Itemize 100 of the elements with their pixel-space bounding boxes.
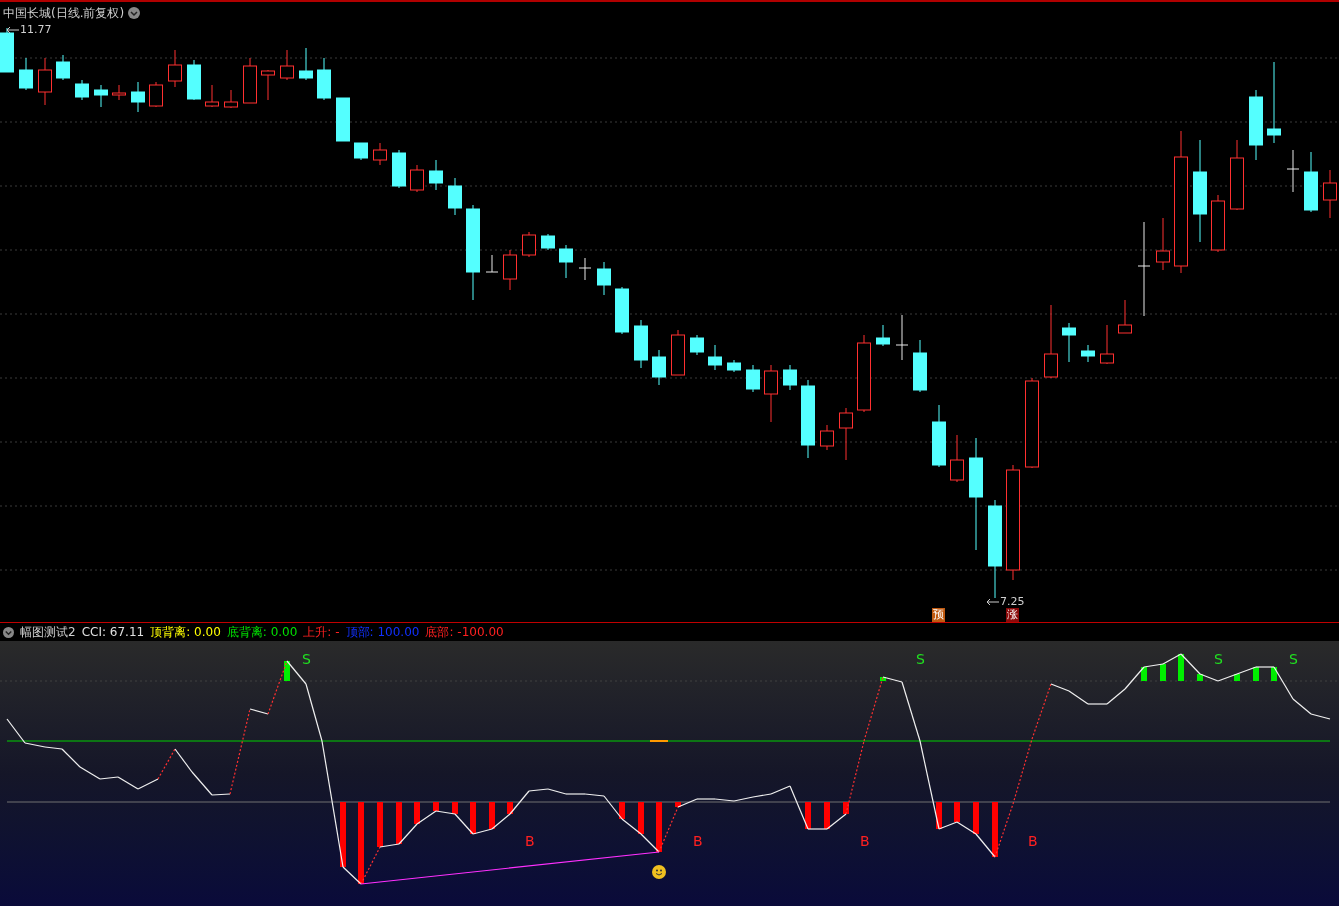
candlestick (652, 349, 666, 386)
candlestick (1156, 217, 1170, 271)
candlestick (615, 286, 629, 335)
histogram-bar (1253, 667, 1259, 681)
histogram-bar (452, 802, 458, 814)
candlestick (820, 424, 834, 451)
candlestick (429, 159, 443, 191)
signal-label: S (302, 651, 311, 667)
candlestick (1304, 151, 1318, 213)
histogram-bar (414, 802, 420, 824)
candlestick (317, 57, 331, 101)
signal-label: B (525, 833, 535, 849)
candlestick (932, 404, 946, 468)
candlestick (1081, 344, 1095, 363)
histogram-bar (992, 802, 998, 857)
histogram-bar (470, 802, 476, 834)
candlestick (149, 81, 163, 108)
low-price-label: 7.25 (1000, 594, 1025, 609)
indicator-reading: 上升: - (303, 624, 340, 641)
candlestick (485, 254, 499, 273)
indicator-name: 幅图测试2 (20, 624, 76, 641)
histogram-bar (507, 802, 513, 814)
dropdown-icon[interactable] (3, 626, 14, 638)
candlestick (634, 319, 648, 369)
indicator-reading: 底部: -100.00 (425, 624, 504, 641)
candlestick (0, 27, 14, 73)
histogram-bar (675, 802, 681, 807)
indicator-reading: CCI: 67.11 (81, 624, 145, 641)
signal-marker: 预 (932, 608, 945, 622)
chart-title: 中国长城(日线.前复权) (3, 5, 125, 22)
candlestick (708, 344, 722, 371)
candlestick (895, 314, 909, 361)
histogram-bar (805, 802, 811, 829)
candlestick (243, 57, 257, 104)
candlestick (280, 49, 294, 81)
candlestick (1249, 89, 1263, 161)
candlestick (690, 334, 704, 356)
candlestick (559, 244, 573, 279)
candlestick (503, 249, 517, 291)
histogram-bar (1197, 674, 1203, 681)
candlestick (299, 47, 313, 81)
candlestick (38, 57, 52, 106)
histogram-bar (954, 802, 960, 822)
histogram-bar (1160, 664, 1166, 681)
candlestick (205, 84, 219, 108)
candlestick (187, 59, 201, 101)
histogram-bar (824, 802, 830, 829)
candlestick (1211, 194, 1225, 253)
signal-label: B (860, 833, 870, 849)
candlestick (746, 364, 760, 393)
histogram-bar (656, 802, 662, 852)
candlestick (597, 261, 611, 296)
signal-label: B (693, 833, 703, 849)
candlestick (261, 69, 275, 101)
signal-marker: 涨 (1006, 608, 1019, 622)
histogram-bar (638, 802, 644, 834)
histogram-bar (377, 802, 383, 847)
candlestick (1230, 139, 1244, 211)
histogram-bar (396, 802, 402, 844)
candlestick (224, 89, 238, 109)
histogram-bar (973, 802, 979, 834)
arrow-icon (986, 597, 1000, 608)
candlestick (410, 164, 424, 193)
histogram-bar (1141, 667, 1147, 681)
histogram-bar (433, 802, 439, 811)
candlestick (876, 324, 890, 347)
dropdown-icon[interactable] (128, 7, 141, 19)
smiley-icon (652, 865, 666, 879)
arrow-icon (6, 25, 20, 36)
candlestick (448, 177, 462, 216)
candlestick (671, 329, 685, 376)
candlestick (19, 57, 33, 91)
histogram-bar (843, 802, 849, 814)
candlestick (764, 364, 778, 423)
marker-dash (650, 740, 668, 742)
candlestick (578, 257, 592, 281)
candlestick (336, 97, 350, 142)
candlestick (131, 81, 145, 113)
histogram-bar (284, 661, 290, 681)
candlestick (839, 407, 853, 461)
signal-label: B (1028, 833, 1038, 849)
candlestick (112, 84, 126, 101)
candlestick (1062, 322, 1076, 363)
histogram-bar (340, 802, 346, 867)
histogram-bar (936, 802, 942, 829)
histogram-bar (1271, 667, 1277, 681)
candlestick (94, 84, 108, 108)
signal-label: S (916, 651, 925, 667)
candlestick (783, 364, 797, 391)
candlestick (56, 54, 70, 81)
candlestick (1118, 299, 1132, 334)
candlestick (1100, 324, 1114, 365)
candlestick (75, 79, 89, 101)
indicator-reading: 底背离: 0.00 (226, 624, 298, 641)
histogram-bar (1234, 674, 1240, 681)
high-price-label: 11.77 (20, 22, 52, 38)
candlestick (522, 231, 536, 258)
candlestick (913, 339, 927, 393)
signal-label: S (1289, 651, 1298, 667)
indicator-reading: 顶背离: 0.00 (150, 624, 221, 641)
